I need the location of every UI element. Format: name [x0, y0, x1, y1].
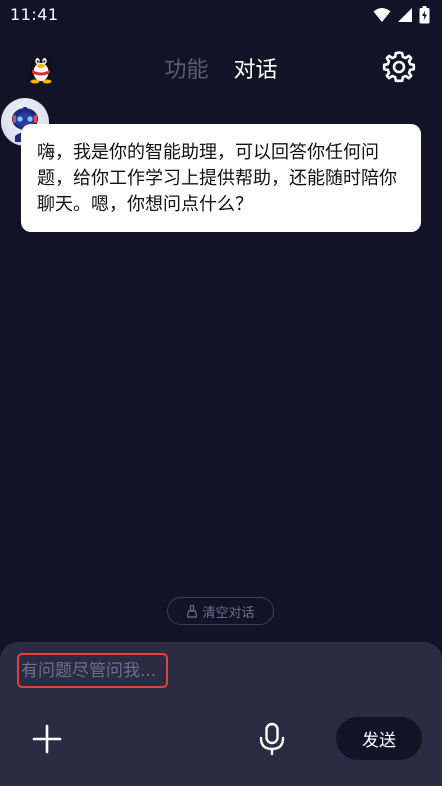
- broom-icon: [187, 604, 198, 618]
- gear-icon[interactable]: [382, 50, 416, 84]
- cellular-signal-icon: [398, 8, 412, 22]
- send-button[interactable]: 发送: [336, 717, 422, 760]
- status-bar: 11:41: [0, 0, 442, 32]
- tab-bar: 功能 对话: [0, 52, 442, 84]
- plus-icon[interactable]: [31, 723, 63, 755]
- microphone-icon[interactable]: [256, 722, 288, 756]
- app-header: 功能 对话: [0, 44, 442, 90]
- clear-chat-label: 清空对话: [202, 605, 255, 621]
- wifi-icon: [373, 8, 391, 22]
- tab-chat[interactable]: 对话: [234, 52, 278, 84]
- bot-message-bubble: 嗨，我是你的智能助理，可以回答你任何问题，给你工作学习上提供帮助，还能随时陪你聊…: [21, 124, 421, 232]
- status-time: 11:41: [10, 5, 59, 24]
- clear-chat-button[interactable]: 清空对话: [167, 597, 274, 625]
- tab-features[interactable]: 功能: [164, 52, 208, 84]
- battery-charging-icon: [419, 6, 430, 24]
- chat-input[interactable]: [19, 655, 166, 686]
- composer-panel: 发送: [0, 642, 442, 786]
- chat-input-wrapper: [17, 653, 168, 688]
- status-icons: [373, 6, 430, 24]
